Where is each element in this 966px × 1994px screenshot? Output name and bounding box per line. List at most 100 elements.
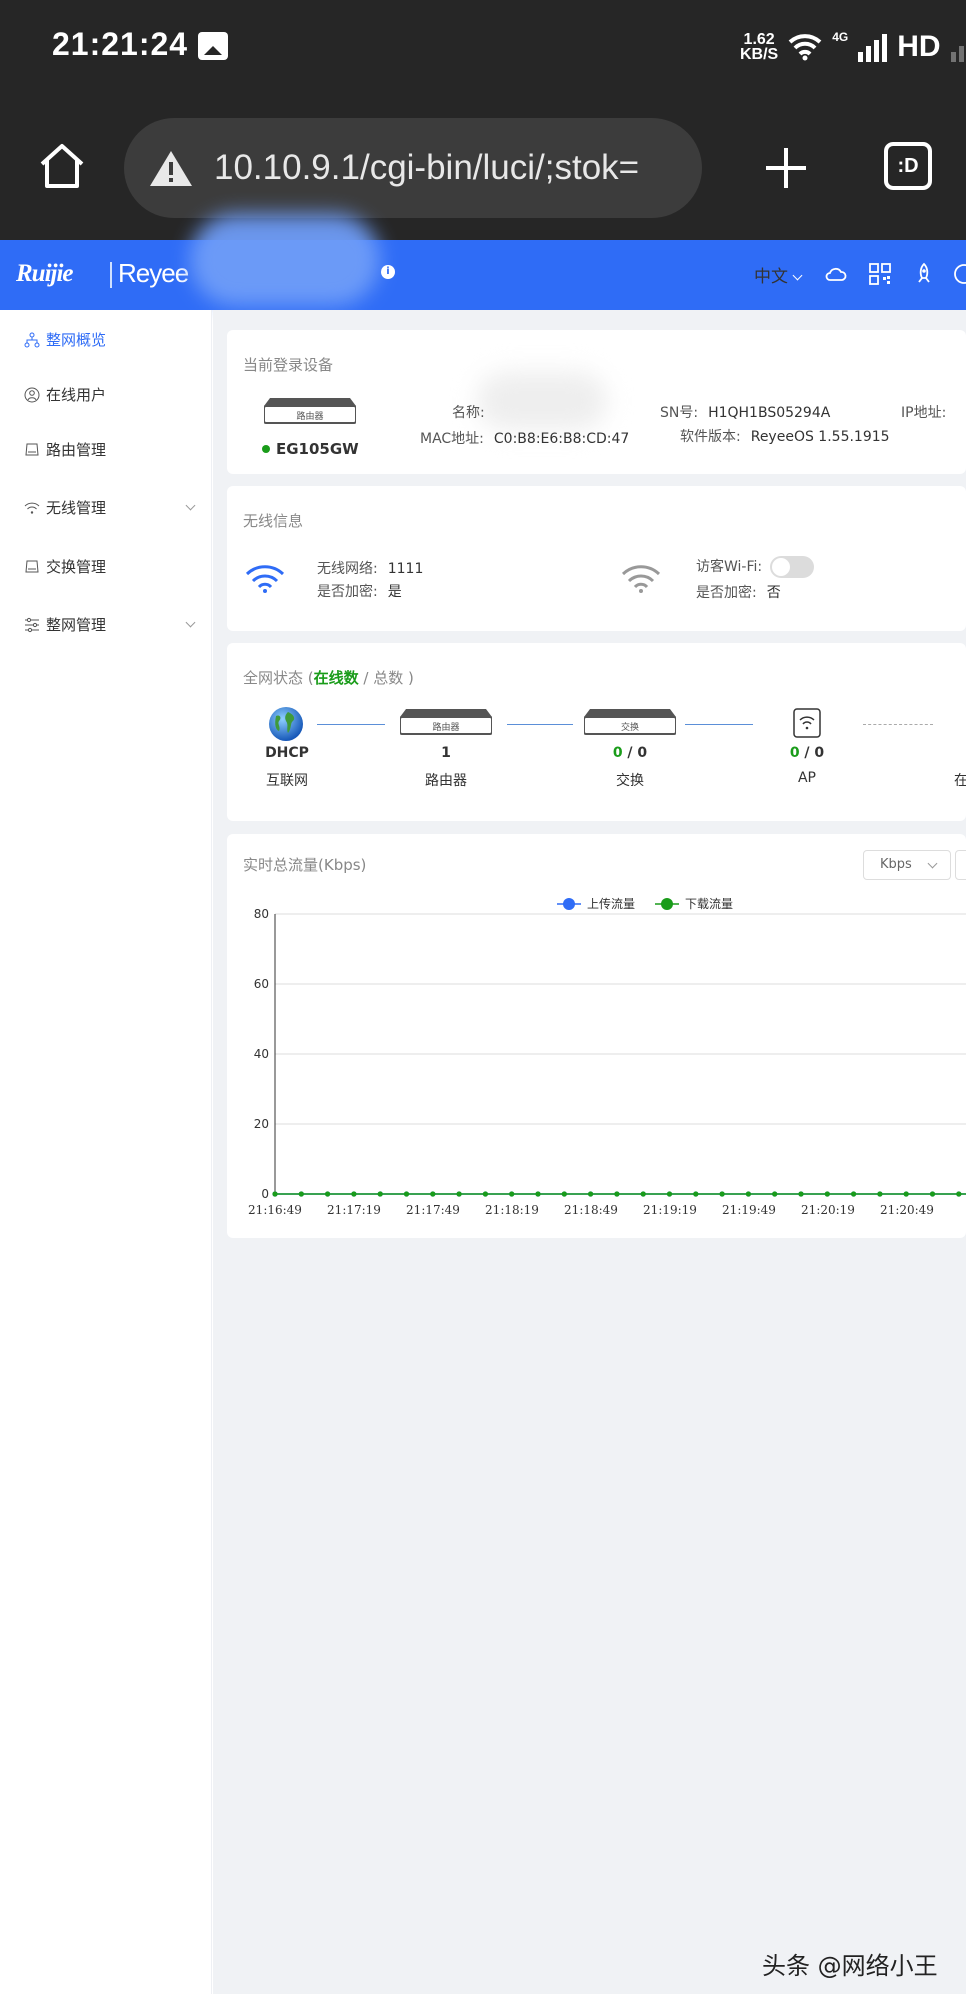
data-point [377,1191,383,1197]
data-point [798,1191,804,1197]
partial-node-label: 在 [954,773,966,789]
tabs-button[interactable]: :D [884,142,932,190]
data-point [509,1191,515,1197]
data-point [851,1191,857,1197]
data-point [640,1191,646,1197]
x-tick-label: 21:17:19 [327,1203,381,1217]
x-tick-label: 21:16:49 [248,1203,302,1217]
redacted-name [477,372,607,430]
language-select[interactable]: 中文 [754,262,801,287]
status-bar: 21:21:24 1.62 KB/S 4G HD [0,0,966,100]
new-tab-icon[interactable] [758,140,814,196]
y-tick-label: 60 [254,977,269,991]
data-point [272,1191,278,1197]
card-title: 无线信息 [243,512,304,530]
chevron-down-icon [185,617,196,628]
y-tick-label: 0 [261,1187,269,1201]
data-point [456,1191,462,1197]
data-point [430,1191,436,1197]
image-notification-icon [198,32,228,60]
legend-marker [563,898,575,910]
legend-marker [661,898,673,910]
sidebar-item-overview[interactable]: 整网概览 [24,329,194,350]
sidebar-item-label: 路由管理 [46,441,107,459]
current-device-card: 当前登录设备 路由器 EG105GW 名称: MAC地址: C0:B8:E6:B8… [227,330,966,474]
sidebar-item-label: 整网管理 [46,616,107,634]
ap-label: AP [797,770,817,786]
x-tick-label: 21:19:49 [722,1203,776,1217]
data-point [614,1191,620,1197]
sidebar-item-switch[interactable]: 交换管理 [24,556,194,577]
internet-label: 互联网 [266,773,308,789]
ap-count: 0 / 0 [789,745,825,761]
y-tick-label: 80 [254,907,269,921]
x-tick-label: 21:18:19 [485,1203,539,1217]
card-title: 当前登录设备 [243,356,334,374]
settings-icon [25,617,39,632]
svg-text:路由器: 路由器 [432,721,459,733]
sidebar-item-wireless[interactable]: 无线管理 [24,497,196,518]
serial-number: SN号: H1QH1BS05294A [660,405,831,421]
address-bar[interactable]: 10.10.9.1/cgi-bin/luci/;stok= [124,118,702,218]
switch-icon [25,560,39,572]
data-point [877,1191,883,1197]
router-node-image[interactable]: 路由器 [400,709,492,735]
wifi-icon [245,565,285,593]
guest-wifi: 访客Wi-Fi: [696,556,815,578]
switch-label: 交换 [616,773,644,789]
sidebar-item-label: 无线管理 [46,499,107,517]
card-title: 全网状态 (在线数 / 总数 ) [243,669,414,687]
x-tick-label: 21:20:19 [801,1203,855,1217]
globe-icon[interactable] [268,706,304,742]
clock: 21:21:24 [52,26,189,62]
sidebar-item-online-users[interactable]: 在线用户 [24,384,194,405]
user-icon [24,387,40,402]
rocket-icon[interactable] [912,262,936,286]
data-point [824,1191,830,1197]
ruijie-logo: Ruijie [16,260,74,287]
data-point [666,1191,673,1197]
traffic-card: 实时总流量(Kbps) Kbps 0 20 40 60 80 21:16:49 21:17:… [227,834,966,1238]
router-device-image: 路由器 [264,398,356,424]
router-icon [25,443,39,455]
qr-code-icon[interactable] [868,262,892,286]
logo-divider [110,262,112,288]
home-icon[interactable] [36,140,88,192]
online-status-dot [262,445,270,453]
guest-wifi-icon [621,565,661,593]
user-partial-icon[interactable] [952,262,966,286]
watermark: 头条 @网络小王 [762,1952,938,1980]
data-point [903,1191,909,1197]
network-type: 4G [832,30,849,44]
device-name-label: 名称: [452,405,485,421]
router-label: 路由器 [425,773,467,789]
y-tick-label: 20 [254,1117,269,1131]
network-speed: 1.62 KB/S [740,31,779,63]
data-point [482,1191,488,1197]
sidebar-item-router[interactable]: 路由管理 [24,439,194,460]
info-icon[interactable]: i [381,265,395,279]
data-point [929,1191,936,1197]
x-tick-label: 21:19:19 [643,1203,697,1217]
sidebar-item-network-mgmt[interactable]: 整网管理 [24,614,196,635]
sidebar-item-label: 整网概览 [46,331,107,349]
chevron-down-icon [185,500,196,511]
guest-wifi-toggle[interactable] [770,556,815,578]
cloud-icon[interactable] [824,262,848,286]
wireless-network: 无线网络: 1111 [317,561,424,577]
software-version: 软件版本: ReyeeOS 1.55.1915 [680,429,890,445]
data-point [298,1191,304,1197]
cell-signal-2-icon [950,32,966,62]
data-point [325,1191,331,1197]
traffic-chart: 0 20 40 60 80 21:16:49 21:17:19 21:17:49 21:18:1… [248,896,966,1217]
ap-node-icon[interactable] [793,708,821,738]
router-count: 1 [441,745,451,761]
warning-icon[interactable] [148,148,194,188]
url-text[interactable]: 10.10.9.1/cgi-bin/luci/;stok= [214,148,639,188]
x-tick-label: 21:17:49 [406,1203,460,1217]
switch-node-image[interactable]: 交换 [584,709,676,735]
internet-value: DHCP [265,745,309,761]
wifi-icon [24,502,40,514]
sidebar-item-label: 在线用户 [46,386,107,404]
svg-text:路由器: 路由器 [296,410,323,422]
